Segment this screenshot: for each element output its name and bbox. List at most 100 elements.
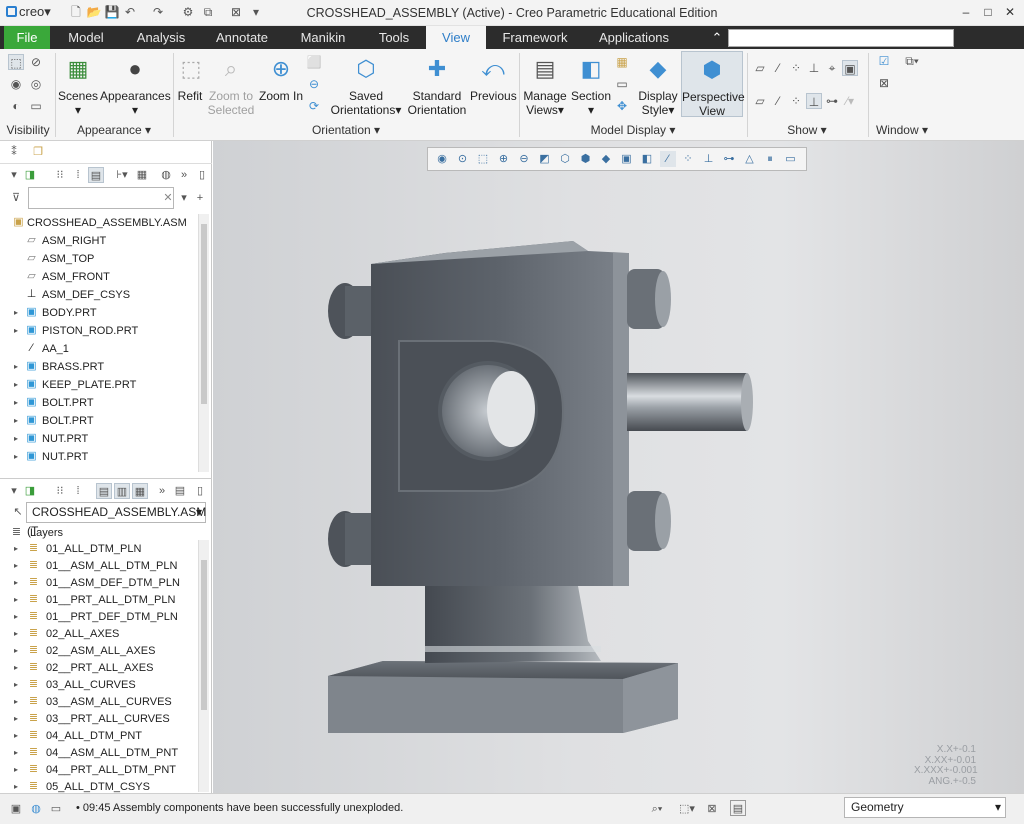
tree-search-input[interactable]: [28, 187, 174, 209]
display-style-icon[interactable]: ⬢: [578, 151, 594, 167]
folder-browser-tab-icon[interactable]: ❐: [30, 144, 46, 160]
activate-window-icon[interactable]: ☑: [876, 53, 892, 69]
expand-arrow-icon[interactable]: ▸: [14, 412, 18, 430]
expand-arrow-icon[interactable]: ▸: [14, 394, 18, 412]
tab-model[interactable]: Model: [58, 26, 114, 49]
previous-button[interactable]: ⤺ Previous: [470, 55, 517, 103]
3d-note-icon[interactable]: ⊶: [824, 93, 840, 109]
expand-arrow-icon[interactable]: ▸: [14, 608, 18, 626]
plane-display-icon[interactable]: ◧: [639, 151, 655, 167]
point-display-icon[interactable]: ⁘: [680, 151, 696, 167]
command-search-input[interactable]: [728, 29, 954, 47]
expand-arrow-icon[interactable]: ▸: [14, 574, 18, 592]
visibility-options-icon[interactable]: ▭: [28, 98, 44, 114]
animation-icon[interactable]: ▭: [783, 151, 799, 167]
expand-arrow-icon[interactable]: ▸: [14, 625, 18, 643]
assembly-selector[interactable]: CROSSHEAD_ASSEMBLY.ASM (T ▾: [26, 502, 206, 538]
status-visibility-icon[interactable]: ◎: [28, 76, 44, 92]
minimize-ribbon-icon[interactable]: ⌃: [708, 26, 726, 49]
tree-view-icon[interactable]: ▤: [88, 167, 104, 183]
model-tree-tab-icon[interactable]: ⁑: [6, 144, 22, 160]
layers-visibility-icon[interactable]: ◉: [8, 76, 24, 92]
layer-show-icon[interactable]: ◨: [22, 483, 38, 499]
csys-tag-icon[interactable]: ⊥: [806, 93, 822, 109]
expand-arrow-icon[interactable]: ▸: [14, 591, 18, 609]
tree-scrollbar[interactable]: [198, 214, 209, 472]
layer-tree-icon[interactable]: ▦: [134, 167, 150, 183]
pause-icon[interactable]: ⏸: [762, 151, 778, 167]
selection-box-icon[interactable]: ⬚▾: [676, 801, 698, 817]
expand-arrow-icon[interactable]: ▸: [14, 430, 18, 448]
selection-buffer-icon[interactable]: ▤: [730, 800, 746, 816]
tab-manikin[interactable]: Manikin: [292, 26, 354, 49]
expand-arrow-icon[interactable]: ▸: [14, 557, 18, 575]
browser-toggle-icon[interactable]: ◍: [28, 801, 44, 817]
expand-arrow-icon[interactable]: ▸: [14, 358, 18, 376]
layer-view-c-icon[interactable]: ▦: [132, 483, 148, 499]
section-icon[interactable]: ▣: [619, 151, 635, 167]
hide-icon[interactable]: ⬚: [8, 54, 24, 70]
csys-display-icon[interactable]: ⊥: [701, 151, 717, 167]
spin-center-icon[interactable]: ⌖: [824, 60, 840, 76]
tab-view[interactable]: View: [426, 26, 486, 49]
annotation-display-icon[interactable]: ▣: [842, 60, 858, 76]
navigator-toggle-icon[interactable]: ▣: [8, 801, 24, 817]
section-button[interactable]: ◧ Section ▾: [570, 55, 612, 117]
tab-tools[interactable]: Tools: [368, 26, 420, 49]
zoom-out-icon[interactable]: ⊖: [306, 76, 322, 92]
find-icon[interactable]: ⌕▾: [646, 801, 668, 817]
windows-dropdown-icon[interactable]: ⧉▾: [898, 53, 926, 69]
refit-icon[interactable]: ◉: [434, 151, 450, 167]
spin-center-icon[interactable]: △: [742, 151, 758, 167]
point-display-icon[interactable]: ⁘: [788, 60, 804, 76]
layer-view-a-icon[interactable]: ▤: [96, 483, 112, 499]
zoom-to-selected-button[interactable]: ⌕ Zoom to Selected: [206, 55, 256, 117]
expand-arrow-icon[interactable]: ▸: [14, 304, 18, 322]
group-show[interactable]: Show ▾: [752, 123, 862, 137]
layer-columns-icon[interactable]: ⁝⁝: [52, 483, 68, 499]
add-column-icon[interactable]: +: [192, 190, 208, 206]
layer-properties-icon[interactable]: ▤: [172, 483, 188, 499]
expand-arrow-icon[interactable]: ▸: [14, 376, 18, 394]
maximize-button[interactable]: □: [977, 3, 999, 21]
appearance-tree-icon[interactable]: ◍: [158, 167, 174, 183]
appearance-manager-icon[interactable]: ▭: [614, 76, 630, 92]
axis-tag-icon[interactable]: ⁄: [770, 93, 786, 109]
graphics-window[interactable]: X.X+-0.1 X.XX+-0.01 X.XXX+-0.001 ANG.+-0.5: [213, 141, 1024, 793]
layer-filter-icon[interactable]: ▾: [6, 483, 22, 499]
axis-display-icon[interactable]: ⁄: [770, 60, 786, 76]
tree-settings-icon[interactable]: ⊦▾: [114, 167, 130, 183]
layer-notes-icon[interactable]: ▯: [192, 483, 208, 499]
tab-file[interactable]: File: [4, 26, 50, 49]
saved-views-icon[interactable]: ⬡: [557, 151, 573, 167]
expand-arrow-icon[interactable]: ▸: [14, 744, 18, 762]
tab-annotate[interactable]: Annotate: [208, 26, 276, 49]
expand-arrow-icon[interactable]: ▸: [14, 676, 18, 694]
expand-arrow-icon[interactable]: ▸: [14, 710, 18, 728]
smart-select-icon[interactable]: ⊠: [704, 801, 720, 817]
reorient-icon[interactable]: ◩: [537, 151, 553, 167]
plane-display-icon[interactable]: ▱: [752, 60, 768, 76]
point-tag-icon[interactable]: ⁘: [788, 93, 804, 109]
close-button[interactable]: ✕: [999, 3, 1021, 21]
fullscreen-icon[interactable]: ▭: [48, 801, 64, 817]
perspective-icon[interactable]: ◆: [598, 151, 614, 167]
manage-views-button[interactable]: ▤ Manage Views▾: [522, 55, 568, 117]
expand-arrow-icon[interactable]: ▸: [14, 322, 18, 340]
visibility-toggle-icon[interactable]: ◐: [8, 98, 24, 114]
group-window[interactable]: Window ▾: [872, 123, 932, 137]
more-tools-icon[interactable]: »: [176, 167, 192, 183]
csys-display-icon[interactable]: ⊥: [806, 60, 822, 76]
crosshead-model[interactable]: [213, 141, 1024, 793]
saved-orientations-button[interactable]: ⬡ Saved Orientations▾: [330, 55, 402, 117]
tree-notes-icon[interactable]: ▯: [194, 167, 210, 183]
close-window-ribbon-icon[interactable]: ⊠: [876, 75, 892, 91]
zoom-out-icon[interactable]: ⊕: [496, 151, 512, 167]
tree-filter-icon[interactable]: ▾: [6, 167, 22, 183]
appearances-button[interactable]: ● Appearances ▾: [100, 55, 171, 117]
scenes-button[interactable]: ▦ Scenes ▾: [58, 55, 98, 117]
expand-arrow-icon[interactable]: ▸: [14, 448, 18, 466]
selection-filter-dropdown[interactable]: Geometry ▾: [844, 797, 1006, 818]
show-icon[interactable]: ◨: [22, 167, 38, 183]
zoom-in-button[interactable]: ⊕ Zoom In: [258, 55, 304, 103]
